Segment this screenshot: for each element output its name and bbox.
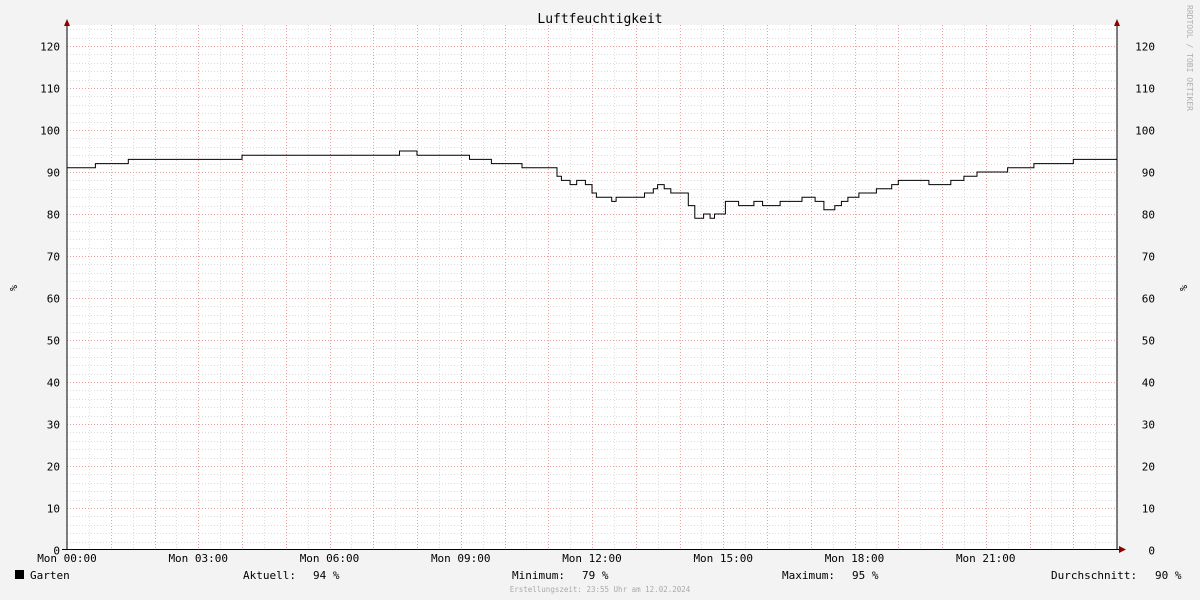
x-tick-label: Mon 03:00: [168, 552, 228, 565]
min-value: 79 %: [582, 569, 609, 582]
current-value: 94 %: [313, 569, 340, 582]
y2-tick-label: 50: [1142, 335, 1155, 348]
y2-tick-label: 70: [1142, 251, 1155, 264]
min-label: Minimum:: [512, 569, 565, 582]
y-tick-label: 30: [47, 419, 60, 432]
y-tick-label: 10: [47, 503, 60, 516]
y2-tick-label: 0: [1148, 545, 1155, 558]
x-tick-label: Mon 00:00: [37, 552, 97, 565]
y-tick-label: 80: [47, 209, 60, 222]
y2-tick-label: 90: [1142, 167, 1155, 180]
y2-axis-label: %: [1177, 285, 1188, 291]
max-label: Maximum:: [782, 569, 835, 582]
avg-label: Durchschnitt:: [1051, 569, 1137, 582]
x-tick-label: Mon 15:00: [693, 552, 753, 565]
y2-tick-label: 30: [1142, 419, 1155, 432]
legend-swatch: [15, 570, 24, 579]
legend-label: Garten: [30, 569, 70, 582]
y-tick-label: 40: [47, 377, 60, 390]
x-tick-label: Mon 21:00: [956, 552, 1016, 565]
max-value: 95 %: [852, 569, 879, 582]
y2-tick-label: 110: [1135, 83, 1155, 96]
y2-tick-label: 120: [1135, 41, 1155, 54]
avg-value: 90 %: [1155, 569, 1182, 582]
current-label: Aktuell:: [243, 569, 296, 582]
y-tick-label: 90: [47, 167, 60, 180]
y-tick-label: 110: [40, 83, 60, 96]
y2-tick-label: 80: [1142, 209, 1155, 222]
y-tick-label: 70: [47, 251, 60, 264]
chart-title: Luftfeuchtigkeit: [537, 12, 662, 27]
x-tick-label: Mon 12:00: [562, 552, 622, 565]
x-tick-label: Mon 18:00: [825, 552, 885, 565]
humidity-chart: 0 010 1020 2030 3040 4050 5060 6070 7080 8090 9010…: [0, 0, 1200, 600]
y-tick-label: 100: [40, 125, 60, 138]
y-tick-label: 60: [47, 293, 60, 306]
x-tick-label: Mon 06:00: [300, 552, 360, 565]
footer-timestamp: Erstellungszeit: 23:55 Uhr am 12.02.2024: [510, 585, 691, 594]
y-tick-label: 20: [47, 461, 60, 474]
y2-tick-label: 10: [1142, 503, 1155, 516]
y2-tick-label: 60: [1142, 293, 1155, 306]
watermark: RRDTOOL / TOBI OETIKER: [1185, 5, 1194, 111]
y-axis-label: %: [7, 285, 18, 291]
y2-tick-label: 20: [1142, 461, 1155, 474]
rrd-graph: 0 0 10 10 20 20 30 30 40 40 50 50 60 60 70 70 80 80 90 90 10…: [0, 0, 1200, 600]
y2-tick-label: 40: [1142, 377, 1155, 390]
y-tick-label: 50: [47, 335, 60, 348]
x-tick-label: Mon 09:00: [431, 552, 491, 565]
y-tick-label: 120: [40, 41, 60, 54]
y2-tick-label: 100: [1135, 125, 1155, 138]
